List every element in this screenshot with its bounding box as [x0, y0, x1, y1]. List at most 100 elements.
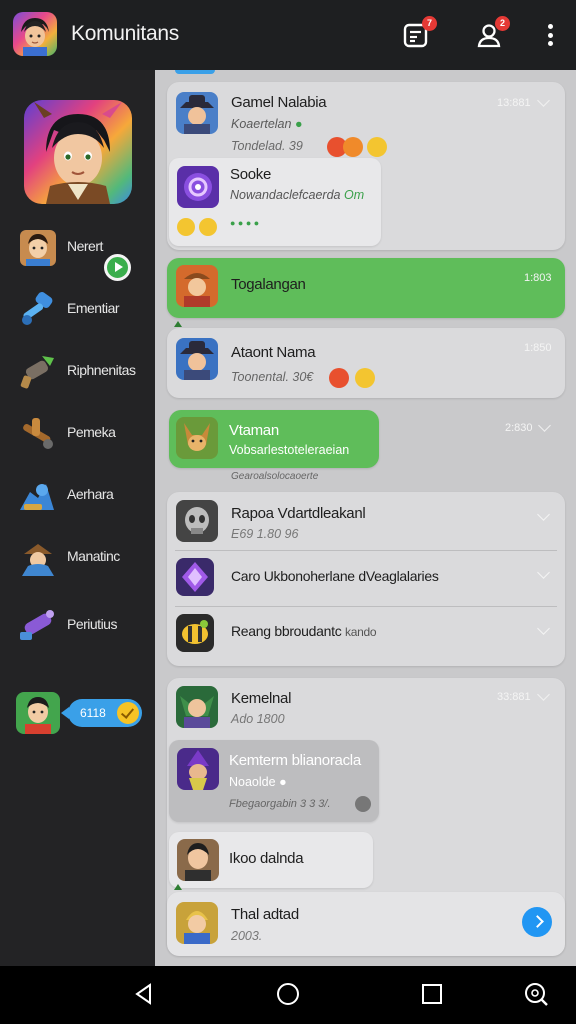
player-avatar — [16, 692, 60, 734]
message-bubble-highlight[interactable]: Vtaman Vobsarlestoteleraeian — [169, 410, 379, 468]
message-sender: Togalangan — [231, 276, 306, 293]
message-preview: Toonental. 30€ — [231, 370, 314, 384]
message-preview: Noaolde ● — [229, 775, 287, 789]
app-bar: Komunitans 7 2 — [0, 0, 576, 70]
conversation-card[interactable]: Ataont Nama Toonental. 30€ 1:850 — [167, 328, 565, 398]
conversation-card-highlight[interactable]: Togalangan 1:803 — [167, 258, 565, 318]
fox-avatar — [176, 417, 218, 459]
message-time: 2:830 — [505, 422, 533, 434]
search-icon[interactable] — [522, 980, 550, 1008]
ranger-icon — [16, 538, 58, 578]
message-footer: Fbegaorgabin 3 3 3/. — [229, 798, 331, 810]
app-title: Komunitans — [71, 22, 179, 45]
skull-avatar — [176, 500, 218, 542]
message-footer: Gearoalsolocaoerte — [231, 471, 319, 482]
bubble-tail — [174, 321, 182, 327]
reply-bubble[interactable]: Kemterm blianoracla Noaolde ● Fbegaorgab… — [169, 740, 379, 822]
sidebar-item-periutius[interactable]: Periutius — [14, 604, 154, 648]
crossbow-icon — [16, 414, 58, 454]
person-avatar-icon — [16, 228, 58, 268]
sidebar-item-label: Ementiar — [67, 300, 120, 316]
message-preview: 2003. — [231, 929, 263, 943]
conversation-card[interactable]: Gamel Nalabia Koaertelan ● 13:881 Tondel… — [167, 82, 565, 250]
clipboard-icon[interactable]: 7 — [402, 16, 437, 50]
magic-swirl-icon — [177, 166, 219, 208]
sidebar-item-pemeka[interactable]: Pemeka — [14, 412, 154, 456]
friends-icon[interactable]: 2 — [475, 16, 510, 50]
message-sender: Caro Ukbonoherlane dVeaglalaries — [231, 568, 439, 584]
cannon-icon — [16, 606, 58, 646]
reply-bubble[interactable]: Ikoo dalnda — [169, 832, 373, 888]
message-preview: Vobsarlestoteleraeian — [229, 443, 350, 457]
message-sender: Kemterm blianoracla — [229, 752, 361, 769]
notification-badge: 7 — [422, 16, 437, 31]
wizard-avatar — [177, 748, 219, 790]
chevron-down-icon[interactable] — [537, 94, 550, 107]
message-sender: Vtaman — [229, 422, 279, 439]
message-subtext: Tondelad. 39 — [231, 139, 303, 153]
chevron-down-icon[interactable] — [537, 508, 550, 521]
bee-avatar — [176, 614, 214, 652]
message-sender: Thal adtad — [231, 906, 299, 923]
message-time: 33:881 — [497, 691, 531, 703]
message-time: 1:850 — [524, 342, 552, 354]
knight-avatar — [176, 902, 218, 944]
friend-request-badge: 2 — [495, 16, 510, 31]
sidebar-item-label: Pemeka — [67, 424, 116, 440]
chevron-down-icon[interactable] — [537, 566, 550, 579]
sidebar-item-label: Nerert — [67, 238, 103, 254]
sidebar-item-label: Periutius — [67, 616, 117, 632]
previous-message-peek — [175, 70, 215, 74]
reply-bubble[interactable]: Sooke Nowandaclefcaerda Om ● ● ● ● — [169, 158, 381, 246]
message-sender: Sooke — [230, 166, 272, 183]
angry-emoji-icon — [329, 368, 349, 388]
sidebar-item-aerhara[interactable]: Aerhara — [14, 474, 154, 518]
message-sender: Ataont Nama — [231, 344, 316, 361]
chevron-down-icon[interactable] — [537, 688, 550, 701]
trophy-emoji-icon — [355, 368, 375, 388]
smile-emoji-icon — [199, 218, 217, 236]
message-preview: Koaertelan ● — [231, 117, 303, 131]
back-icon[interactable] — [130, 980, 158, 1008]
chat-feed[interactable]: Gamel Nalabia Koaertelan ● 13:881 Tondel… — [155, 70, 576, 966]
sidebar-item-manatinc[interactable]: Manatinc — [14, 536, 154, 580]
bubble-tail — [174, 884, 182, 890]
promo-pill[interactable]: 6118 — [61, 699, 142, 727]
sidebar-item-label: Riphnenitas — [67, 362, 136, 378]
message-sender: Reang bbroudantc kando — [231, 623, 377, 639]
cowboy-avatar — [176, 92, 218, 134]
divider — [175, 606, 557, 607]
elf-avatar — [176, 686, 218, 728]
conversation-card[interactable]: Thal adtad 2003. — [167, 892, 565, 956]
sidebar-item-label: Manatinc — [67, 548, 120, 564]
home-icon[interactable] — [274, 980, 302, 1008]
check-icon — [117, 702, 139, 724]
user-avatar-icon[interactable] — [13, 12, 57, 56]
sidebar-item-ementiar[interactable]: Ementiar — [14, 288, 154, 332]
read-receipt-icon — [355, 796, 371, 812]
more-vertical-icon[interactable] — [540, 24, 560, 50]
message-sender: Gamel Nalabia — [231, 94, 327, 111]
recents-icon[interactable] — [418, 980, 446, 1008]
blaster-icon — [16, 352, 58, 392]
promo-banner[interactable]: 6118 — [16, 690, 146, 736]
smile-emoji-icon — [177, 218, 195, 236]
typing-dots: ● ● ● ● — [230, 218, 260, 228]
sidebar-item-riphnenitas[interactable]: Riphnenitas — [14, 350, 154, 394]
sidebar-item-nerert[interactable]: Nerert — [14, 226, 154, 270]
open-chat-button[interactable] — [522, 907, 552, 937]
conversation-group-card[interactable]: Rapoa Vdartdleakanl E69 1.80 96 Caro Ukb… — [167, 492, 565, 666]
promo-text: 6118 — [80, 706, 106, 720]
chevron-down-icon[interactable] — [538, 419, 551, 432]
message-preview: Ado 1800 — [231, 712, 285, 726]
profile-hero-avatar[interactable] — [24, 100, 132, 204]
message-time: 1:803 — [524, 272, 552, 284]
dragon-icon — [16, 476, 58, 516]
chevron-down-icon[interactable] — [537, 622, 550, 635]
person-avatar — [177, 839, 219, 881]
system-nav-bar — [0, 966, 576, 1024]
message-time: 13:881 — [497, 97, 531, 109]
cowboy-avatar — [176, 338, 218, 380]
hammer-icon — [16, 290, 58, 330]
divider — [175, 550, 557, 551]
